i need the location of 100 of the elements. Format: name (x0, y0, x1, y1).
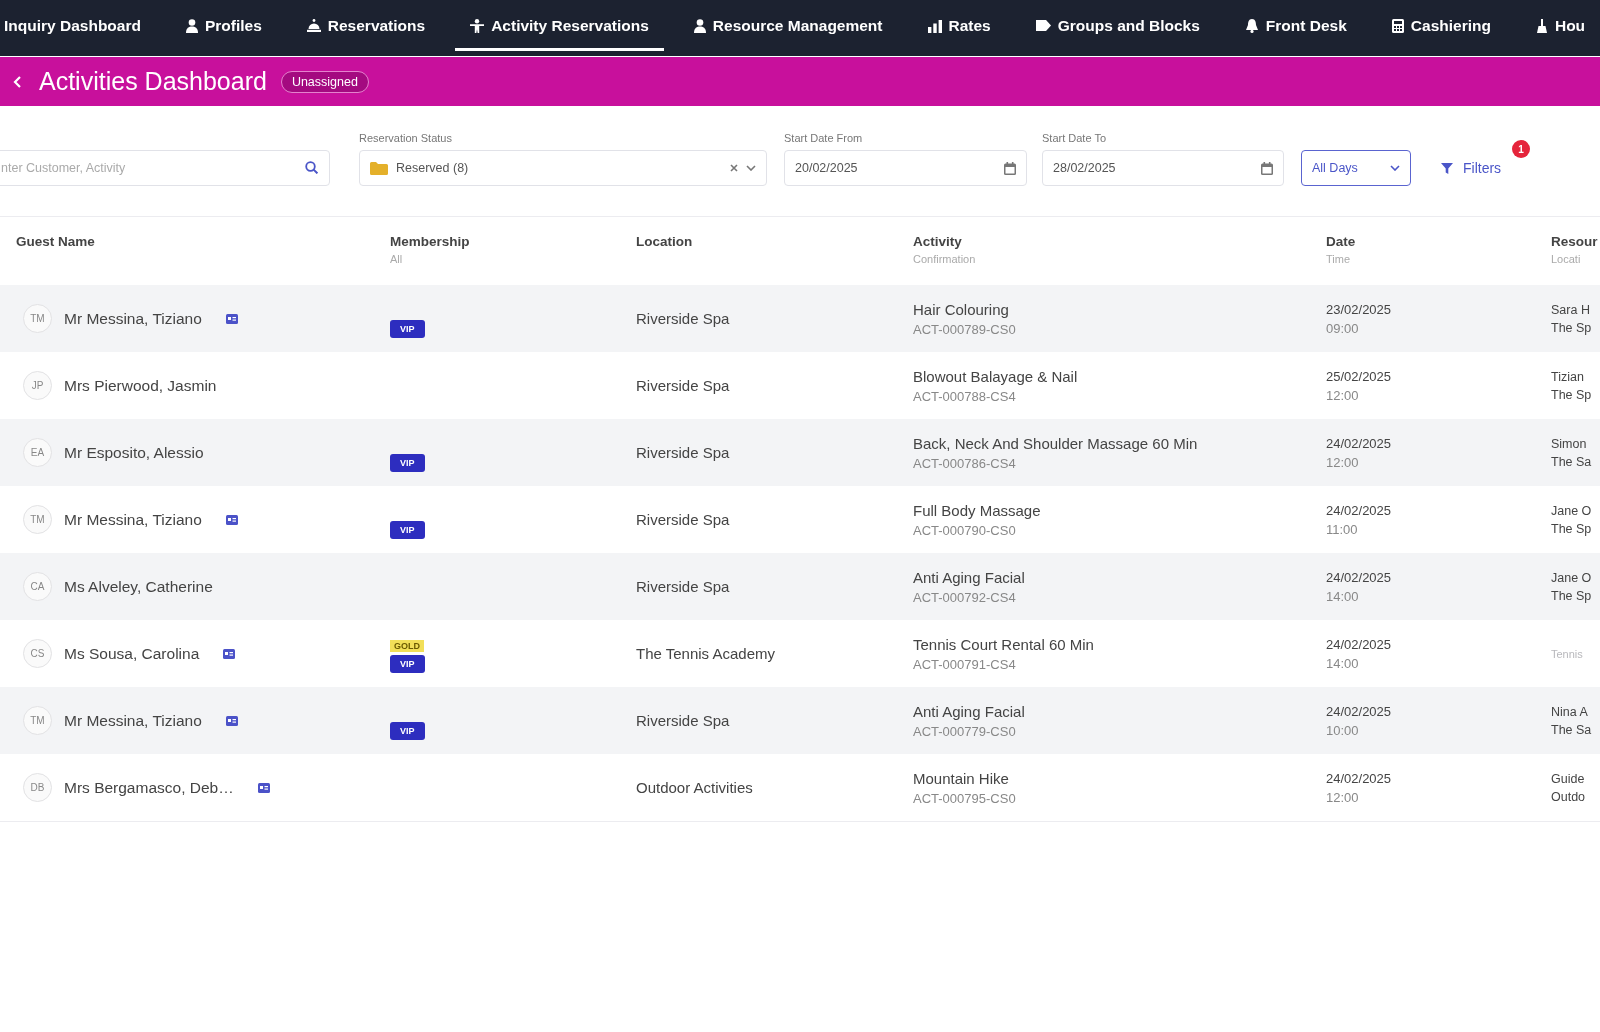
page-title: Activities Dashboard (39, 67, 267, 96)
field-label: Reservation Status (359, 132, 453, 144)
resource-text: The Sa (1551, 722, 1593, 737)
confirmation-number: ACT-000792-CS4 (913, 589, 1017, 605)
membership-tag: VIP (390, 319, 425, 338)
nav-tab[interactable]: Groups and Blocks (1020, 0, 1215, 51)
nav-tab[interactable]: Reservations (291, 0, 441, 51)
nav-tab[interactable]: Hou (1520, 0, 1590, 51)
folder-icon (370, 161, 388, 175)
chevron-down-icon (1390, 165, 1400, 171)
activity-name: Anti Aging Facial (913, 568, 1026, 586)
time-text: 14:00 (1326, 655, 1360, 671)
filters-button[interactable]: Filters (1441, 160, 1502, 176)
activity-name: Hair Colouring (913, 300, 1010, 318)
calendar-icon (1261, 161, 1273, 175)
resource-text: The Sp (1551, 387, 1593, 402)
location-text: Riverside Spa (636, 577, 730, 595)
date-text: 24/02/2025 (1326, 569, 1393, 585)
date-text: 24/02/2025 (1326, 703, 1393, 719)
location-text: Outdoor Activities (636, 778, 753, 796)
search-field[interactable]: nter Customer, Activity (0, 150, 330, 186)
location-text: The Tennis Academy (636, 644, 775, 662)
confirmation-number: ACT-000786-CS4 (913, 455, 1017, 471)
status-select[interactable]: Reserved (8) (359, 150, 767, 186)
activity-name: Tennis Court Rental 60 Min (913, 635, 1095, 653)
resource-text: Tizian (1551, 369, 1585, 384)
confirmation-number: ACT-000790-CS0 (913, 522, 1017, 538)
column-header: Guest Name (16, 234, 96, 249)
time-text: 11:00 (1326, 521, 1359, 537)
guest-name[interactable]: Ms Alveley, Catherine (64, 577, 213, 596)
guest-name[interactable]: Mr Esposito, Alessio (64, 443, 204, 462)
confirmation-number: ACT-000779-CS0 (913, 723, 1017, 739)
broom-icon (1535, 18, 1548, 33)
resource-text: The Sp (1551, 320, 1593, 335)
guest-name[interactable]: Mrs Pierwood, Jasmin (64, 376, 217, 395)
membership-tag: VIP (390, 520, 425, 539)
avatar-initials: CS (23, 639, 52, 668)
nav-tab[interactable]: Front Desk (1229, 0, 1362, 51)
avatar-initials: DB (23, 773, 52, 802)
nav-tab[interactable]: Cashiering (1376, 0, 1506, 51)
person-icon (693, 18, 706, 33)
field-label: Start Date To (1042, 132, 1107, 144)
guest-name[interactable]: Mrs Bergamasco, Deb… (64, 778, 234, 797)
date-text: 24/02/2025 (1326, 435, 1393, 451)
time-text: 12:00 (1326, 387, 1360, 403)
resource-text: Nina A (1551, 704, 1589, 719)
location-text: Riverside Spa (636, 443, 730, 461)
location-text: Riverside Spa (636, 376, 730, 394)
date-field[interactable]: 28/02/2025 (1042, 150, 1284, 186)
location-text: Riverside Spa (636, 309, 730, 327)
column-subheader: Locati (1551, 253, 1582, 265)
resource-text: Jane O (1551, 570, 1593, 585)
bar-chart-icon (927, 18, 942, 33)
date-text: 25/02/2025 (1326, 368, 1393, 384)
guest-name[interactable]: Mr Messina, Tiziano (64, 309, 202, 328)
calculator-icon (1391, 18, 1404, 33)
nav-tab[interactable]: Activity Reservations (455, 0, 664, 51)
column-header: Resour (1551, 234, 1599, 249)
nav-tab[interactable]: Profiles (170, 0, 277, 51)
activity-name: Full Body Massage (913, 501, 1042, 519)
resource-text: Outdo (1551, 789, 1587, 804)
column-header: Date (1326, 234, 1357, 249)
time-text: 12:00 (1326, 454, 1360, 470)
confirmation-number: ACT-000789-CS0 (913, 321, 1017, 337)
time-text: 09:00 (1326, 320, 1360, 336)
location-text: Riverside Spa (636, 510, 730, 528)
resource-text: The Sp (1551, 588, 1593, 603)
resource-text: Jane O (1551, 503, 1593, 518)
chevron-down-icon (746, 165, 756, 171)
avatar-initials: EA (23, 438, 52, 467)
activity-name: Mountain Hike (913, 769, 1010, 787)
membership-tag: VIP (390, 721, 425, 740)
service-bell-icon (306, 19, 321, 32)
person-icon (185, 18, 198, 33)
time-text: 14:00 (1326, 588, 1360, 604)
status-badge: Unassigned (280, 70, 369, 93)
bell-icon (1244, 18, 1259, 33)
clear-icon (730, 164, 738, 172)
nav-tab[interactable]: Rates (912, 0, 1006, 51)
resource-text: The Sa (1551, 454, 1593, 469)
date-text: 23/02/2025 (1326, 301, 1393, 317)
time-text: 12:00 (1326, 789, 1360, 805)
resource-text: Sara H (1551, 302, 1591, 317)
nav-tab[interactable]: Resource Management (678, 0, 898, 51)
guest-name[interactable]: Mr Messina, Tiziano (64, 711, 202, 730)
time-text: 10:00 (1326, 722, 1360, 738)
days-dropdown[interactable]: All Days (1301, 150, 1411, 186)
figure-icon (470, 18, 485, 33)
date-field[interactable]: 20/02/2025 (784, 150, 1027, 186)
activity-name: Blowout Balayage & Nail (913, 367, 1079, 385)
tag-icon (1035, 20, 1051, 31)
membership-tag: VIP (390, 453, 425, 472)
column-subheader: Confirmation (913, 253, 977, 265)
search-icon (305, 161, 318, 174)
guest-name[interactable]: Ms Sousa, Carolina (64, 644, 200, 663)
column-header: Membership (390, 234, 471, 249)
chevron-left-icon (13, 75, 21, 88)
guest-name[interactable]: Mr Messina, Tiziano (64, 510, 202, 529)
nav-tab[interactable]: Inquiry Dashboard (0, 0, 156, 51)
avatar-initials: JP (23, 371, 52, 400)
